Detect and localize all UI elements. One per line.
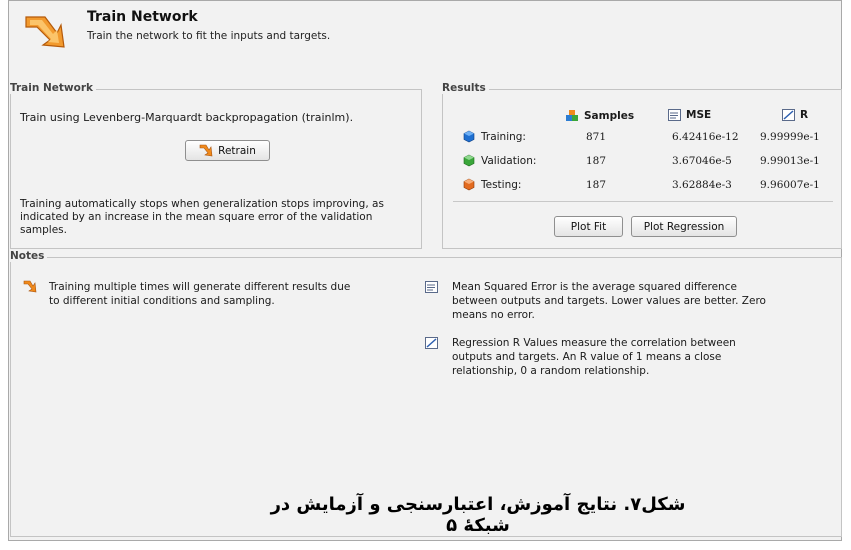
training-note-icon [23, 280, 37, 293]
training-samples: 871 [586, 131, 607, 143]
training-r: 9.99999e-1 [760, 131, 820, 143]
results-panel: Results Samples MSE R Training: 871 6.42… [442, 82, 842, 249]
results-divider [453, 201, 833, 202]
validation-row-label: Validation: [463, 154, 536, 167]
plot-regression-button[interactable]: Plot Regression [631, 216, 737, 237]
note-line: between outputs and targets. Lower value… [452, 295, 766, 307]
mse-icon [668, 109, 681, 121]
mse-column-header: MSE [668, 109, 711, 121]
page-title: Train Network [87, 9, 198, 25]
note-line: relationship, 0 a random relationship. [452, 365, 650, 377]
row-label-text: Testing: [481, 178, 522, 191]
mse-note-icon [425, 281, 438, 293]
testing-mse: 3.62884e-3 [672, 179, 732, 191]
note-line: Mean Squared Error is the average square… [452, 281, 737, 293]
auto-stop-text: Training automatically stops when genera… [20, 198, 384, 237]
row-label-text: Validation: [481, 154, 537, 167]
validation-samples: 187 [586, 155, 607, 167]
training-row-label: Training: [463, 130, 526, 143]
note-line: means no error. [452, 309, 535, 321]
training-note-text: Training multiple times will generate di… [49, 280, 350, 308]
row-label-text: Training: [481, 130, 526, 143]
training-algorithm-text: Train using Levenberg-Marquardt backprop… [20, 111, 354, 124]
auto-stop-line: Training automatically stops when genera… [20, 198, 384, 210]
regression-note-icon [425, 337, 438, 349]
retrain-button[interactable]: Retrain [185, 140, 270, 161]
note-line: Training multiple times will generate di… [49, 281, 351, 293]
auto-stop-line: samples. [20, 224, 67, 236]
train-network-panel: Train Network Train using Levenberg-Marq… [10, 82, 422, 249]
plot-fit-button[interactable]: Plot Fit [554, 216, 623, 237]
validation-mse: 3.67046e-5 [672, 155, 732, 167]
samples-column-header: Samples [565, 109, 634, 122]
validation-cube-icon [463, 154, 475, 167]
testing-r: 9.96007e-1 [760, 179, 820, 191]
samples-icon [566, 110, 578, 121]
train-network-window: Train Network Train the network to fit t… [8, 0, 842, 541]
validation-r: 9.99013e-1 [760, 155, 820, 167]
testing-cube-icon [463, 178, 475, 191]
r-column-header: R [782, 109, 808, 121]
retrain-button-label: Retrain [218, 144, 256, 157]
samples-header-label: Samples [584, 109, 635, 122]
r-header-label: R [800, 109, 809, 121]
mse-note-text: Mean Squared Error is the average square… [452, 280, 766, 322]
training-mse: 6.42416e-12 [672, 131, 739, 143]
note-line: outputs and targets. An R value of 1 mea… [452, 351, 722, 363]
figure-caption: شکل۷. نتایج آموزش، اعتبارسنجی و آزمایش د… [270, 494, 686, 536]
page-subtitle: Train the network to fit the inputs and … [87, 30, 331, 42]
train-network-group-label: Train Network [10, 82, 97, 94]
testing-samples: 187 [586, 179, 607, 191]
mse-header-label: MSE [686, 109, 712, 121]
regression-note-text: Regression R Values measure the correlat… [452, 336, 736, 378]
note-line: Regression R Values measure the correlat… [452, 337, 736, 349]
retrain-icon [199, 144, 213, 157]
results-group-label: Results [442, 82, 489, 94]
testing-row-label: Testing: [463, 178, 521, 191]
training-cube-icon [463, 130, 475, 143]
auto-stop-line: indicated by an increase in the mean squ… [20, 211, 373, 223]
notes-group-label: Notes [10, 250, 48, 262]
note-line: to different initial conditions and samp… [49, 295, 275, 307]
train-network-icon [25, 16, 65, 48]
regression-icon [782, 109, 795, 121]
